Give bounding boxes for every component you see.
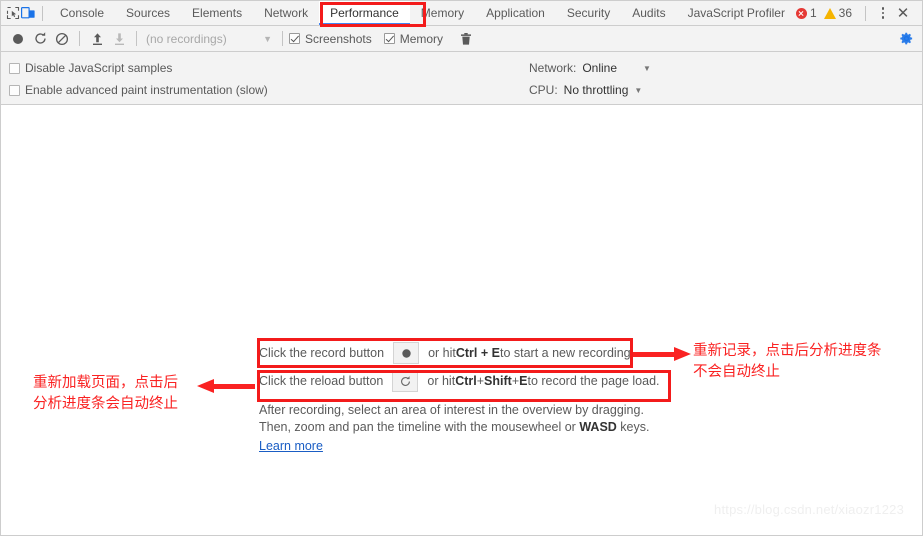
reload-hint-suffix-a: or hit xyxy=(427,374,456,388)
landing-paragraph: After recording, select an area of inter… xyxy=(259,402,679,455)
tabbar-right-divider xyxy=(865,5,866,21)
reload-hint-keys-a: Ctrl xyxy=(455,374,477,388)
tab-elements[interactable]: Elements xyxy=(181,1,253,25)
gear-icon[interactable] xyxy=(896,29,916,49)
error-count-label: 1 xyxy=(809,6,817,20)
chevron-down-icon: ▼ xyxy=(263,33,272,44)
inspect-element-icon[interactable] xyxy=(5,1,21,25)
network-throttling-value: Online xyxy=(582,61,618,75)
reload-hint-row: Click the reload button or hit Ctrl + Sh… xyxy=(259,367,679,395)
clear-icon[interactable] xyxy=(51,28,73,50)
annotation-text-right-line1: 重新记录，点击后分析进度条 xyxy=(693,343,882,359)
record-hint-row: Click the record button or hit Ctrl + E … xyxy=(259,339,679,367)
tab-network[interactable]: Network xyxy=(253,1,319,25)
cpu-throttling-row: CPU: No throttling ▼ xyxy=(529,79,651,101)
disable-js-samples-label: Disable JavaScript samples xyxy=(25,61,173,75)
reload-hint-suffix-b: to record the page load. xyxy=(527,374,660,388)
checkbox-box-memory xyxy=(383,33,395,44)
landing-paragraph-line1: After recording, select an area of inter… xyxy=(259,403,644,417)
reload-icon[interactable] xyxy=(29,28,51,50)
cpu-throttling-dropdown[interactable]: No throttling ▼ xyxy=(564,83,643,97)
reload-icon[interactable] xyxy=(392,370,419,392)
annotation-text-right: 重新记录，点击后分析进度条 不会自动终止 xyxy=(693,341,882,383)
tab-javascript-profiler[interactable]: JavaScript Profiler xyxy=(677,1,796,25)
learn-more-link[interactable]: Learn more xyxy=(259,438,323,455)
reload-hint-keys-b: Shift xyxy=(484,374,512,388)
reload-hint-plus2: + xyxy=(511,374,520,388)
upload-profile-icon[interactable] xyxy=(86,28,108,50)
screenshots-label: Screenshots xyxy=(305,31,372,46)
record-icon[interactable] xyxy=(393,342,420,364)
tab-security[interactable]: Security xyxy=(556,1,621,25)
capture-settings-pane: Disable JavaScript samples Enable advanc… xyxy=(1,52,922,105)
network-label: Network: xyxy=(529,61,577,75)
record-hint-keys: Ctrl + E xyxy=(455,346,500,360)
cpu-label: CPU: xyxy=(529,83,558,97)
reload-hint-keys-c: E xyxy=(519,374,528,388)
network-throttling-dropdown[interactable]: Online ▼ xyxy=(582,61,651,75)
landing-paragraph-line2-b: keys. xyxy=(616,420,650,434)
toolbar-divider-1 xyxy=(79,31,80,46)
devtools-window: Console Sources Elements Network Perform… xyxy=(0,0,923,536)
chevron-down-icon: ▼ xyxy=(634,85,643,95)
reload-hint-prefix: Click the reload button xyxy=(259,374,384,388)
record-icon[interactable] xyxy=(7,28,29,50)
cpu-throttling-value: No throttling xyxy=(563,83,629,97)
checkbox-box-advanced-paint xyxy=(9,84,20,96)
record-hint-prefix: Click the record button xyxy=(259,346,385,360)
tab-audits[interactable]: Audits xyxy=(621,1,676,25)
tab-console[interactable]: Console xyxy=(49,1,115,25)
toolbar-divider-3 xyxy=(282,31,283,46)
screenshots-checkbox[interactable]: Screenshots xyxy=(289,32,372,46)
disable-js-samples-checkbox[interactable]: Disable JavaScript samples xyxy=(9,57,268,79)
checkbox-box-screenshots xyxy=(289,33,300,44)
capture-settings-left: Disable JavaScript samples Enable advanc… xyxy=(9,57,268,101)
trash-icon[interactable] xyxy=(455,28,477,50)
performance-empty-panel xyxy=(1,105,922,535)
landing-paragraph-line2-a: Then, zoom and pan the timeline with the… xyxy=(259,420,580,434)
device-toolbar-icon[interactable] xyxy=(21,1,37,25)
devtools-tabbar: Console Sources Elements Network Perform… xyxy=(1,1,922,26)
annotation-text-left: 重新加载页面，点击后 分析进度条会自动终止 xyxy=(33,373,178,415)
checkbox-box-disable-js-samples xyxy=(9,62,20,74)
capture-settings-right: Network: Online ▼ CPU: No throttling ▼ xyxy=(529,57,651,101)
kebab-menu-icon[interactable] xyxy=(874,3,892,23)
close-icon[interactable]: ✕ xyxy=(892,3,914,23)
tab-memory[interactable]: Memory xyxy=(410,1,475,25)
toolbar-divider-2 xyxy=(136,31,137,46)
tab-application[interactable]: Application xyxy=(475,1,556,25)
landing-hints: Click the record button or hit Ctrl + E … xyxy=(259,339,679,455)
record-hint-suffix-b: to start a new recording. xyxy=(499,346,635,360)
recordings-value: (no recordings) xyxy=(146,31,227,46)
memory-checkbox[interactable]: Memory xyxy=(383,31,444,46)
reload-hint-plus1: + xyxy=(476,374,485,388)
error-count-badge[interactable]: 1 xyxy=(795,6,817,20)
warning-count-label: 36 xyxy=(838,6,852,20)
tab-sources[interactable]: Sources xyxy=(115,1,181,25)
landing-paragraph-line2-keys: WASD xyxy=(579,420,617,434)
performance-toolbar: (no recordings) ▼ Screenshots Memory xyxy=(1,26,922,52)
advanced-paint-label: Enable advanced paint instrumentation (s… xyxy=(25,83,268,97)
landing-paragraph-line2: Then, zoom and pan the timeline with the… xyxy=(259,419,679,436)
network-throttling-row: Network: Online ▼ xyxy=(529,57,651,79)
tab-performance[interactable]: Performance xyxy=(319,1,410,25)
annotation-text-right-line2: 不会自动终止 xyxy=(693,364,780,380)
warning-icon xyxy=(823,7,836,19)
annotation-text-left-line1: 重新加载页面，点击后 xyxy=(33,375,178,391)
memory-label: Memory xyxy=(399,31,444,46)
record-hint-suffix-a: or hit xyxy=(428,346,456,360)
warning-count-badge[interactable]: 36 xyxy=(823,6,852,20)
annotation-text-left-line2: 分析进度条会自动终止 xyxy=(33,396,178,412)
chevron-down-icon: ▼ xyxy=(643,63,651,73)
advanced-paint-checkbox[interactable]: Enable advanced paint instrumentation (s… xyxy=(9,79,268,101)
download-profile-icon[interactable] xyxy=(108,28,130,50)
tabbar-right-group: 1 36 ✕ xyxy=(795,3,918,23)
recordings-dropdown[interactable]: (no recordings) ▼ xyxy=(143,32,276,46)
tabbar-divider xyxy=(42,5,43,21)
watermark: https://blog.csdn.net/xiaozr1223 xyxy=(714,502,904,517)
error-icon xyxy=(795,7,807,19)
